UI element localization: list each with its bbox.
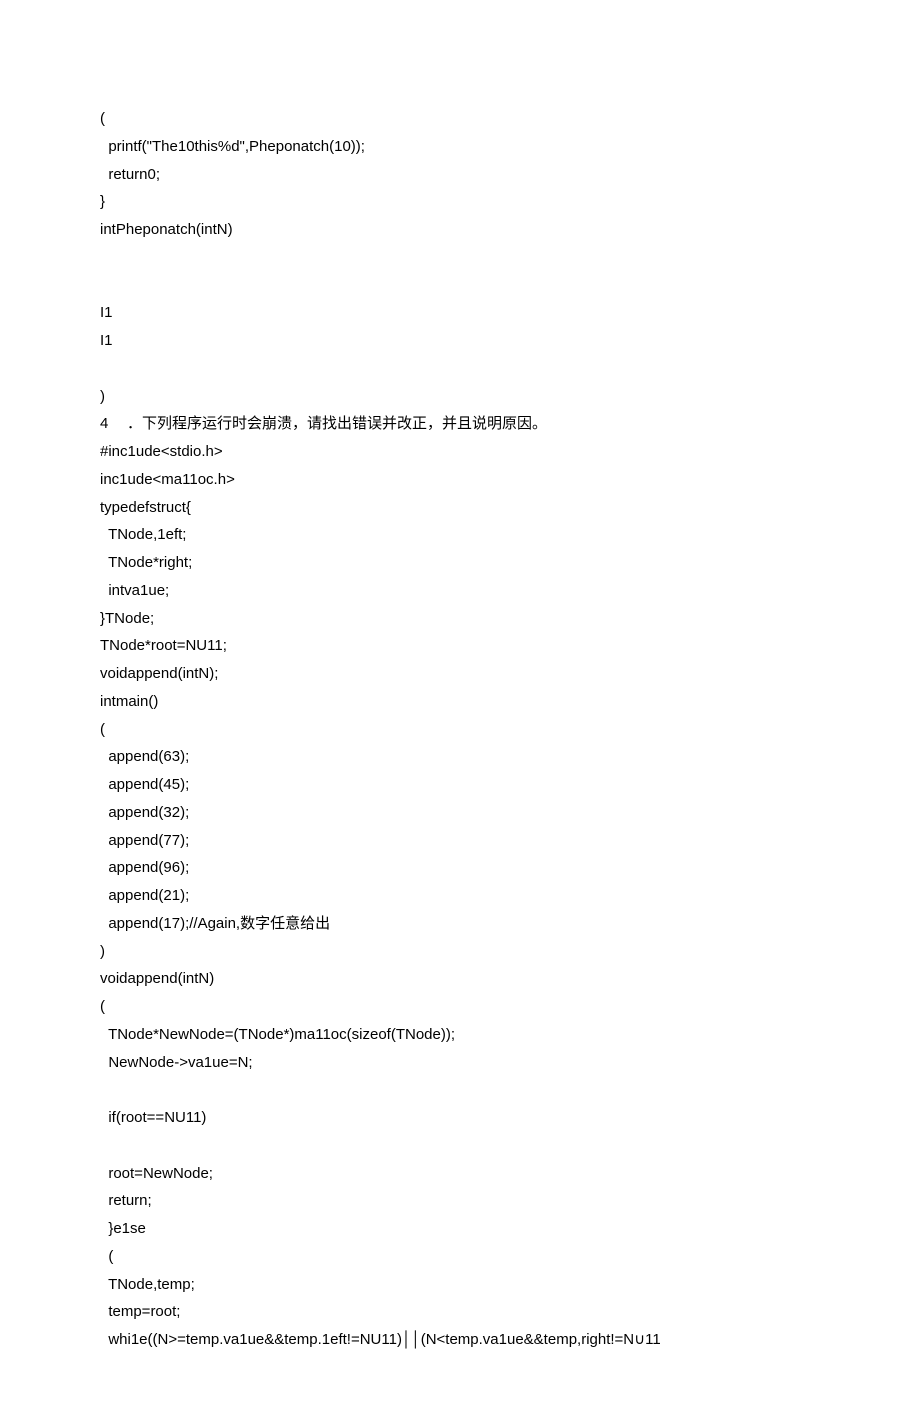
code-line: append(77); [100, 827, 820, 855]
code-line: I1 [100, 327, 820, 355]
question-number: 4 [100, 410, 127, 438]
code-line: TNode,1eft; [100, 521, 820, 549]
question-4: 4．下列程序运行时会崩溃，请找出错误并改正，并且说明原因。 [100, 410, 820, 438]
code-line: ) [100, 383, 820, 411]
code-line: temp=root; [100, 1298, 820, 1326]
code-line: TNode*root=NU11; [100, 632, 820, 660]
code-line: append(63); [100, 743, 820, 771]
code-line: ( [100, 1243, 820, 1271]
code-line: } [100, 188, 820, 216]
blank-line [100, 355, 820, 383]
code-line: ( [100, 993, 820, 1021]
code-line: ) [100, 938, 820, 966]
blank-line [100, 1132, 820, 1160]
code-line: typedefstruct{ [100, 494, 820, 522]
blank-line [100, 272, 820, 300]
code-line: if(root==NU11) [100, 1104, 820, 1132]
code-line: append(32); [100, 799, 820, 827]
code-line: root=NewNode; [100, 1160, 820, 1188]
code-line: intmain() [100, 688, 820, 716]
blank-line [100, 244, 820, 272]
code-line: return0; [100, 161, 820, 189]
code-line: NewNode->va1ue=N; [100, 1049, 820, 1077]
code-line: }e1se [100, 1215, 820, 1243]
code-line: voidappend(intN); [100, 660, 820, 688]
code-line: printf("The10this%d",Pheponatch(10)); [100, 133, 820, 161]
question-text: ．下列程序运行时会崩溃，请找出错误并改正，并且说明原因。 [127, 415, 547, 432]
code-line: return; [100, 1187, 820, 1215]
code-line: }TNode; [100, 605, 820, 633]
blank-line [100, 1076, 820, 1104]
code-line: intva1ue; [100, 577, 820, 605]
code-line: #inc1ude<stdio.h> [100, 438, 820, 466]
code-line: inc1ude<ma11oc.h> [100, 466, 820, 494]
code-line: TNode*right; [100, 549, 820, 577]
code-line: append(21); [100, 882, 820, 910]
code-line: ( [100, 716, 820, 744]
code-line: append(45); [100, 771, 820, 799]
code-line: whi1e((N>=temp.va1ue&&temp.1eft!=NU11)││… [100, 1326, 820, 1354]
code-line: ( [100, 105, 820, 133]
code-line: TNode*NewNode=(TNode*)ma11oc(sizeof(TNod… [100, 1021, 820, 1049]
code-line: intPheponatch(intN) [100, 216, 820, 244]
document-page: ( printf("The10this%d",Pheponatch(10)); … [0, 0, 920, 1414]
code-line: TNode,temp; [100, 1271, 820, 1299]
code-line: I1 [100, 299, 820, 327]
code-line: voidappend(intN) [100, 965, 820, 993]
code-line: append(17);//Again,数字任意给出 [100, 910, 820, 938]
code-line: append(96); [100, 854, 820, 882]
